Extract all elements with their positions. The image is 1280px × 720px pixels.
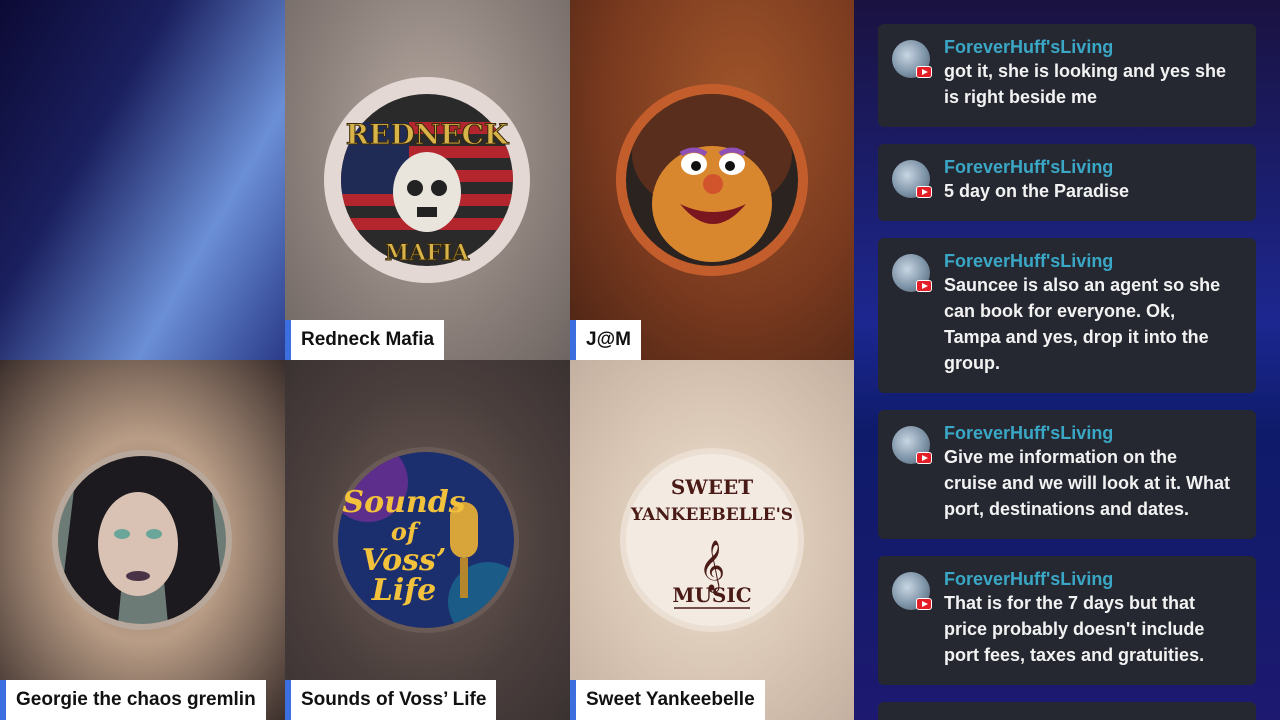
participant-name: Sweet Yankeebelle [570,680,765,720]
logo-line-2: of [391,517,421,546]
message-line: Give me information on the [944,447,1178,467]
chat-message: ForeverHuff'sLiving Sauncee is also an a… [878,238,1256,393]
chat-message: ForeverHuff'sLiving got it, she is looki… [878,24,1256,127]
message-line: That is for the 7 days but that [944,593,1196,613]
logo-line-1: Sounds [342,485,465,520]
logo-line-4: Life [371,573,436,608]
youtube-icon [916,452,932,464]
person-photo [58,456,226,624]
redneck-mafia-logo-top: REDNECK [346,118,510,151]
logo-line-1: SWEET [671,475,753,499]
message-author: ForeverHuff'sLiving [944,251,1114,271]
youtube-icon [916,598,932,610]
message-author: ForeverHuff'sLiving [944,37,1114,57]
participant-tile-redneck-mafia[interactable]: REDNECK MAFIA Redneck Mafia [285,0,570,360]
message-line: group. [944,353,1000,373]
youtube-icon [916,280,932,292]
message-line: Tampa and yes, drop it into the [944,327,1209,347]
message-line: is right beside me [944,87,1098,107]
chat-message-partial [878,702,1256,720]
message-line: 5 day on the Paradise [944,181,1130,201]
georgie-avatar [52,450,232,630]
sounds-of-voss-logo: Sounds of Voss’ Life [338,452,514,628]
message-line: got it, she is looking and yes she [944,61,1227,81]
video-grid: REDNECK MAFIA Redneck Mafia J@M Georgie … [0,0,854,720]
logo-line-3: MUSIC [672,583,751,607]
youtube-icon [916,66,932,78]
sweet-yankeebelle-logo: SWEET YANKEEBELLE'S 𝄞 MUSIC [626,454,798,626]
sounds-of-voss-avatar: Sounds of Voss’ Life [333,447,519,633]
participant-tile-georgie[interactable]: Georgie the chaos gremlin [0,360,285,720]
participant-tile-sweet-yankeebelle[interactable]: SWEET YANKEEBELLE'S 𝄞 MUSIC Sweet Yankee… [570,360,854,720]
redneck-mafia-logo-bottom: MAFIA [385,240,470,266]
jam-avatar [616,84,808,276]
participant-tile-jam[interactable]: J@M [570,0,854,360]
message-line: Sauncee is also an agent so she [944,275,1221,295]
message-line: can book for everyone. Ok, [944,301,1176,321]
participant-name: J@M [570,320,641,360]
participant-name: Georgie the chaos gremlin [0,680,266,720]
message-author: ForeverHuff'sLiving [944,423,1114,443]
message-author: ForeverHuff'sLiving [944,157,1114,177]
participant-tile-sounds-of-voss-life[interactable]: Sounds of Voss’ Life Sounds of Voss’ Lif… [285,360,570,720]
youtube-icon [916,186,932,198]
message-line: cruise and we will look at it. What [944,473,1231,493]
chat-message: ForeverHuff'sLiving That is for the 7 da… [878,556,1256,685]
chat-panel[interactable]: ForeverHuff'sLiving got it, she is looki… [854,0,1280,720]
redneck-mafia-logo: REDNECK MAFIA [341,94,513,267]
message-line: port fees, taxes and gratuities. [944,645,1205,665]
chat-message: ForeverHuff'sLiving 5 day on the Paradis… [878,144,1256,221]
redneck-mafia-avatar: REDNECK MAFIA [324,77,530,283]
participant-name: Sounds of Voss’ Life [285,680,497,720]
logo-line-2: YANKEEBELLE'S [630,505,793,525]
chat-message: ForeverHuff'sLiving Give me information … [878,410,1256,539]
participant-name: Redneck Mafia [285,320,445,360]
sweet-yankeebelle-avatar: SWEET YANKEEBELLE'S 𝄞 MUSIC [620,448,804,632]
message-line: port, destinations and dates. [944,499,1190,519]
puppet-avatar-image [626,94,798,266]
message-line: price probably doesn't include [944,619,1205,639]
participant-tile-empty [0,0,285,360]
message-author: ForeverHuff'sLiving [944,569,1114,589]
